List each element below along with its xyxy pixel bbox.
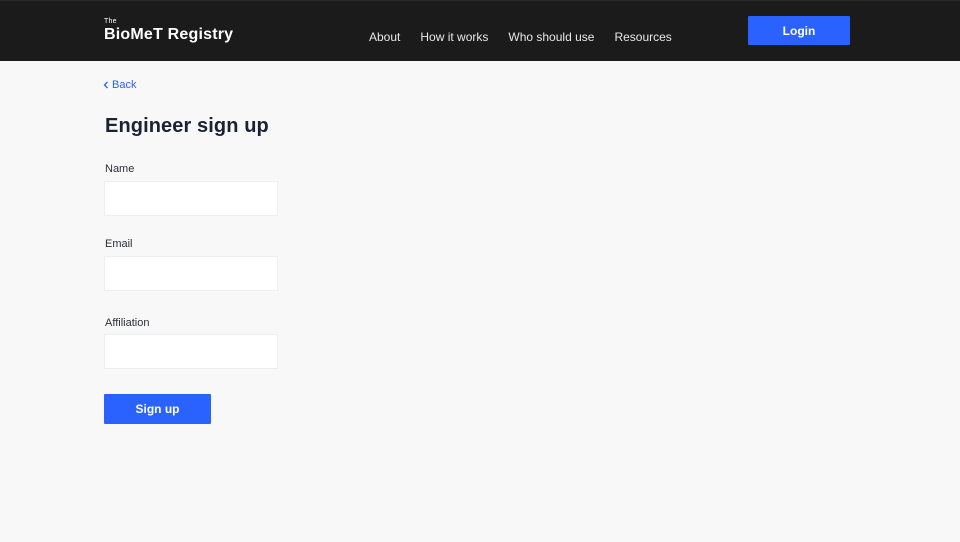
chevron-left-icon (103, 81, 108, 89)
back-label: Back (112, 79, 137, 91)
signup-button[interactable]: Sign up (104, 394, 211, 424)
affiliation-label: Affiliation (105, 317, 150, 329)
top-navbar: The BioMeT Registry About How it works W… (0, 0, 960, 61)
email-label: Email (105, 238, 133, 250)
nav-link-how-it-works[interactable]: How it works (420, 30, 488, 44)
nav-link-about[interactable]: About (369, 30, 400, 44)
brand-logo[interactable]: The BioMeT Registry (104, 18, 233, 45)
affiliation-field[interactable] (104, 334, 278, 369)
nav-link-who-should-use[interactable]: Who should use (508, 30, 594, 44)
email-field[interactable] (104, 256, 278, 291)
back-link[interactable]: Back (102, 78, 136, 92)
nav-link-resources[interactable]: Resources (614, 30, 671, 44)
brand-prefix: The (104, 18, 117, 25)
name-field[interactable] (104, 181, 278, 216)
page-title: Engineer sign up (105, 115, 269, 137)
name-label: Name (105, 163, 135, 175)
main-nav: About How it works Who should use Resour… (369, 30, 672, 44)
brand-name: BioMeT Registry (104, 26, 234, 43)
login-button[interactable]: Login (748, 16, 850, 45)
